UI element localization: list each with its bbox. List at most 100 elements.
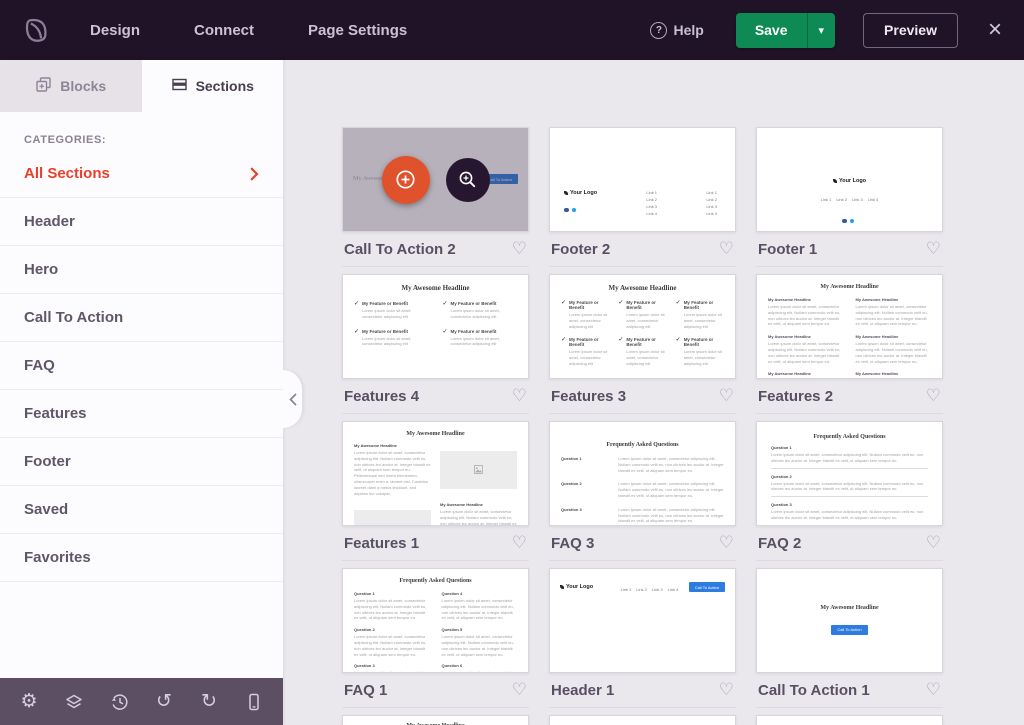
help-button[interactable]: ? Help [650, 22, 703, 39]
categories-heading: CATEGORIES: [0, 134, 283, 146]
category-item-faq[interactable]: FAQ [0, 342, 283, 390]
preview-cta-button: Call To Action [689, 582, 725, 592]
section-thumbnail[interactable]: Frequently Asked QuestionsQuestion 1Lore… [756, 421, 943, 526]
feature-item: ✓My Feature or BenefitLorem ipsum dolor … [676, 337, 724, 366]
check-icon: ✓ [561, 337, 566, 344]
feature-text-block: My Awesome HeadlineLorem ipsum dolor sit… [440, 502, 517, 526]
section-card-features-1: My Awesome HeadlineMy Awesome HeadlineLo… [342, 421, 529, 568]
section-card-partial-13 [549, 715, 736, 725]
sections-panel: CATEGORIES: All SectionsHeaderHeroCall T… [0, 112, 283, 582]
card-divider [342, 413, 529, 414]
tab-blocks[interactable]: Blocks [0, 60, 142, 112]
section-thumbnail[interactable]: My Awesome Headline✓My Feature or Benefi… [549, 274, 736, 379]
section-card-label: Call To Action 2 [344, 241, 456, 258]
undo-icon[interactable]: ↺ [152, 690, 176, 714]
preview-headline: Frequently Asked Questions [561, 442, 724, 448]
faq-item: Question 2Lorem ipsum dolor sit amet, co… [768, 474, 931, 498]
section-thumbnail[interactable]: Frequently Asked Questions Question 1Lore… [549, 421, 736, 526]
section-thumbnail[interactable] [549, 715, 736, 725]
section-card-features-4: My Awesome Headline✓My Feature or Benefi… [342, 274, 529, 421]
section-thumbnail[interactable]: Your LogoLink 1Link 2Link 3Link 4Call To… [549, 568, 736, 673]
section-thumbnail[interactable]: Your LogoLink 1Link 2Link 3Link 4 [756, 127, 943, 232]
section-card-faq-2: Frequently Asked QuestionsQuestion 1Lore… [756, 421, 943, 568]
section-thumbnail[interactable]: My Awesome HeadlineCall To Action [756, 568, 943, 673]
card-divider [549, 266, 736, 267]
sidebar: Blocks Sections CATEGORIES: All Sections… [0, 60, 283, 725]
favorite-heart-icon[interactable]: ♡ [926, 241, 941, 258]
category-item-footer[interactable]: Footer [0, 438, 283, 486]
section-thumbnail[interactable]: Frequently Asked QuestionsQuestion 1Lore… [342, 568, 529, 673]
tab-sections[interactable]: Sections [142, 60, 284, 112]
category-item-hero[interactable]: Hero [0, 246, 283, 294]
faq-item: Question 3Lorem ipsum dolor sit amet, co… [768, 502, 931, 521]
category-item-call-to-action[interactable]: Call To Action [0, 294, 283, 342]
feature-item: ✓My Feature or BenefitLorem ipsum dolor … [354, 329, 429, 348]
faq-item: Question 1Lorem ipsum dolor sit amet, co… [768, 445, 931, 469]
check-icon: ✓ [354, 329, 359, 336]
page-builder-app: Design Connect Page Settings ? Help Save… [0, 0, 1024, 725]
favorite-heart-icon[interactable]: ♡ [926, 535, 941, 552]
category-item-features[interactable]: Features [0, 390, 283, 438]
redo-icon[interactable]: ↻ [197, 690, 221, 714]
logo-mark-icon [560, 585, 564, 589]
category-item-label: FAQ [24, 357, 55, 374]
seedprod-logo-icon[interactable] [22, 16, 50, 44]
favorite-heart-icon[interactable]: ♡ [719, 682, 734, 699]
faq-item: Question 1Lorem ipsum dolor sit amet, co… [561, 456, 724, 473]
twitter-icon [850, 219, 855, 224]
faq-item: Question 3Lorem ipsum dolor sit amet, co… [354, 663, 430, 673]
section-thumbnail[interactable]: My Awesome HeadlineCall To Action [342, 127, 529, 232]
close-icon[interactable]: × [988, 18, 1002, 42]
nav-tab-connect[interactable]: Connect [194, 22, 254, 39]
category-item-label: Features [24, 405, 87, 422]
gear-icon[interactable]: ⚙ [17, 690, 41, 714]
card-divider [756, 560, 943, 561]
save-button[interactable]: Save [736, 13, 807, 48]
faq-item: Question 6Lorem ipsum dolor sit amet, co… [442, 663, 518, 673]
favorite-heart-icon[interactable]: ♡ [926, 682, 941, 699]
mobile-icon[interactable] [242, 690, 266, 714]
section-thumbnail[interactable]: My Awesome Headline My Awesome HeadlineLo… [756, 274, 943, 379]
section-thumbnail[interactable]: My Awesome Headline✓My Feature or Benefi… [342, 274, 529, 379]
category-item-header[interactable]: Header [0, 198, 283, 246]
layers-icon[interactable] [62, 690, 86, 714]
preview-button[interactable]: Preview [863, 13, 958, 48]
favorite-heart-icon[interactable]: ♡ [512, 388, 527, 405]
section-thumbnail[interactable]: Your LogoLink 1Link 2Link 3Link 4Link 1L… [549, 127, 736, 232]
image-placeholder-icon [388, 525, 397, 526]
favorite-heart-icon[interactable]: ♡ [719, 535, 734, 552]
section-thumbnail[interactable] [756, 715, 943, 725]
preview-headline: My Awesome Headline [768, 284, 931, 290]
add-section-button[interactable] [382, 156, 430, 204]
feature-text-block: My Awesome HeadlineLorem ipsum dolor sit… [354, 443, 431, 496]
feature-item: ✓My Feature or BenefitLorem ipsum dolor … [561, 300, 609, 329]
feature-text-block: My Awesome HeadlineLorem ipsum dolor sit… [856, 297, 932, 327]
nav-tab-design[interactable]: Design [90, 22, 140, 39]
feature-item: ✓My Feature or BenefitLorem ipsum dolor … [618, 337, 666, 366]
favorite-heart-icon[interactable]: ♡ [926, 388, 941, 405]
favorite-heart-icon[interactable]: ♡ [719, 241, 734, 258]
section-thumbnail[interactable]: My Awesome HeadlineMy Awesome HeadlineLo… [342, 421, 529, 526]
category-item-all-sections[interactable]: All Sections [0, 150, 283, 198]
image-placeholder [354, 510, 431, 526]
save-dropdown-button[interactable]: ▾ [807, 13, 836, 48]
check-icon: ✓ [561, 300, 566, 307]
nav-tab-page-settings[interactable]: Page Settings [308, 22, 407, 39]
history-icon[interactable] [107, 690, 131, 714]
card-divider [342, 560, 529, 561]
footer-link-column: Link 1Link 2Link 3Link 4 [706, 190, 717, 218]
zoom-preview-button[interactable] [446, 158, 490, 202]
feature-item: ✓My Feature or BenefitLorem ipsum dolor … [676, 300, 724, 329]
section-card-call-to-action-1: My Awesome HeadlineCall To ActionCall To… [756, 568, 943, 715]
section-thumbnail[interactable]: My Awesome Headline [342, 715, 529, 725]
category-item-favorites[interactable]: Favorites [0, 534, 283, 582]
category-item-saved[interactable]: Saved [0, 486, 283, 534]
favorite-heart-icon[interactable]: ♡ [512, 241, 527, 258]
feature-text-block: My Awesome HeadlineLorem ipsum dolor sit… [768, 334, 844, 364]
logo-mark-icon [564, 191, 568, 195]
favorite-heart-icon[interactable]: ♡ [512, 535, 527, 552]
favorite-heart-icon[interactable]: ♡ [719, 388, 734, 405]
faq-item: Question 1Lorem ipsum dolor sit amet, co… [354, 591, 430, 621]
check-icon: ✓ [676, 300, 681, 307]
favorite-heart-icon[interactable]: ♡ [512, 682, 527, 699]
